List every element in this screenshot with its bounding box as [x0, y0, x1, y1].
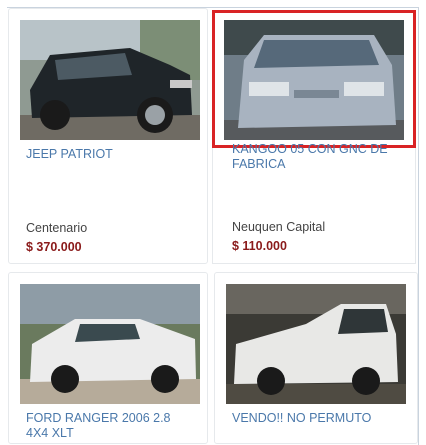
listing-card[interactable]: VENDO!! NO PERMUTO [214, 272, 418, 444]
listing-photo[interactable] [224, 20, 404, 140]
listing-price: $ 110.000 [232, 239, 287, 253]
listing-price: $ 370.000 [26, 240, 82, 254]
listing-title[interactable]: FORD RANGER 2006 2.8 4X4 XLT [26, 411, 196, 441]
listing-location: Neuquen Capital [232, 220, 326, 234]
listing-title[interactable]: KANGOO 05 CON GNC DE FABRICA [232, 142, 402, 172]
listing-photo[interactable] [226, 284, 406, 404]
listing-card-selected[interactable] [212, 10, 416, 148]
listing-location: Centenario [26, 221, 88, 235]
listing-card[interactable]: FORD RANGER 2006 2.8 4X4 XLT [8, 272, 208, 444]
listing-photo[interactable] [20, 284, 200, 404]
listing-title[interactable]: VENDO!! NO PERMUTO [232, 411, 402, 426]
listing-title[interactable]: JEEP PATRIOT [26, 147, 196, 162]
listing-card[interactable]: KANGOO 05 CON GNC DE FABRICA Neuquen Cap… [212, 142, 416, 264]
listing-card[interactable]: JEEP PATRIOT Centenario $ 370.000 [8, 8, 208, 264]
listing-photo[interactable] [20, 20, 200, 140]
